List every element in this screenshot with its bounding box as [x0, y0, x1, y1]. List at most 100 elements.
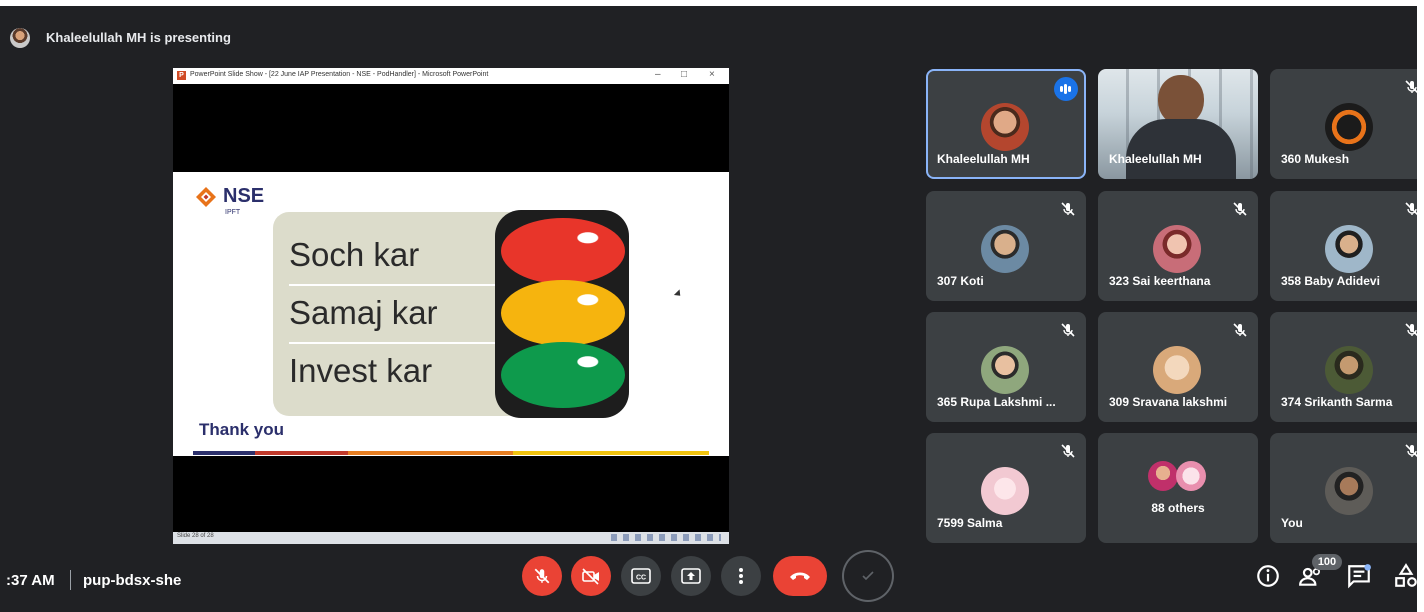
participant-tile[interactable]: Khaleelullah MH — [926, 69, 1086, 179]
participant-tile[interactable]: 7599 Salma — [926, 433, 1086, 543]
participant-name: 365 Rupa Lakshmi ... — [937, 395, 1056, 409]
powerpoint-statusbar: Slide 28 of 28 — [173, 532, 729, 544]
presenting-label: Khaleelullah MH is presenting — [46, 30, 231, 45]
divider — [70, 570, 71, 590]
avatar — [1153, 225, 1201, 273]
participant-video-tile[interactable]: Khaleelullah MH — [1098, 69, 1258, 179]
powerpoint-icon: P — [177, 71, 186, 80]
nse-logo-subtext: IPFT — [225, 209, 241, 216]
presenter-bar: Khaleelullah MH is presenting — [0, 6, 1417, 54]
more-options-button[interactable] — [721, 556, 761, 596]
participant-name: 360 Mukesh — [1281, 152, 1350, 166]
svg-text:CC: CC — [636, 575, 646, 582]
leave-call-button[interactable] — [773, 556, 827, 596]
self-tile[interactable]: You — [1270, 433, 1417, 543]
mic-off-icon — [1405, 444, 1417, 458]
powerpoint-window-title: PowerPoint Slide Show - [22 June IAP Pre… — [190, 71, 489, 78]
speaking-indicator-icon — [1054, 77, 1078, 101]
camera-off-icon — [582, 568, 599, 585]
maximize-icon: □ — [681, 69, 688, 80]
avatar — [1325, 346, 1373, 394]
captions-icon: CC — [631, 568, 651, 584]
camera-toggle-button[interactable] — [571, 556, 611, 596]
participant-name: 374 Srikanth Sarma — [1281, 395, 1393, 409]
powerpoint-titlebar: P PowerPoint Slide Show - [22 June IAP P… — [173, 68, 729, 84]
participant-name: 358 Baby Adidevi — [1281, 274, 1380, 288]
mic-off-icon — [534, 568, 550, 584]
avatar — [1325, 225, 1373, 273]
participant-tile[interactable]: 365 Rupa Lakshmi ... — [926, 312, 1086, 422]
slide-counter: Slide 28 of 28 — [177, 533, 214, 539]
nse-logo-icon — [196, 187, 216, 207]
others-count: 88 others — [1151, 501, 1205, 515]
participant-name: You — [1281, 516, 1303, 530]
minimize-icon: – — [655, 69, 661, 80]
slogan-line-2: Samaj kar — [289, 294, 438, 331]
mic-off-icon — [1061, 202, 1075, 216]
avatar — [1176, 461, 1206, 491]
slide-footer-text: Thank you — [199, 420, 285, 439]
participant-tile[interactable]: 323 Sai keerthana — [1098, 191, 1258, 301]
slogan-panel: Soch kar Samaj kar Invest kar — [273, 212, 533, 416]
slogan-divider — [289, 342, 495, 344]
meeting-time: :37 AM — [6, 572, 55, 589]
meeting-details-button[interactable] — [1255, 563, 1281, 589]
red-light — [501, 218, 625, 284]
traffic-light-graphic — [495, 210, 629, 418]
presenter-body — [1126, 119, 1236, 179]
participant-tile[interactable]: 358 Baby Adidevi — [1270, 191, 1417, 301]
avatar — [1153, 346, 1201, 394]
avatar — [981, 346, 1029, 394]
participant-name: 309 Sravana lakshmi — [1109, 395, 1228, 409]
nse-logo-text: NSE — [223, 185, 265, 207]
participant-name: 323 Sai keerthana — [1109, 274, 1211, 288]
people-count-badge: 100 — [1312, 554, 1342, 570]
participant-name: 307 Koti — [937, 274, 984, 288]
present-screen-icon — [681, 568, 701, 584]
shared-screen: P PowerPoint Slide Show - [22 June IAP P… — [173, 68, 729, 544]
mic-off-icon — [1233, 202, 1247, 216]
mic-off-icon — [1405, 202, 1417, 216]
mic-off-icon — [1061, 323, 1075, 337]
hang-up-icon — [790, 572, 810, 580]
participant-name: 7599 Salma — [937, 516, 1003, 530]
mic-toggle-button[interactable] — [522, 556, 562, 596]
presenter-avatar — [10, 28, 30, 48]
slogan-line-1: Soch kar — [289, 236, 420, 273]
avatar — [1325, 467, 1373, 515]
meet-window: Khaleelullah MH is presenting P PowerPoi… — [0, 6, 1417, 612]
captions-button[interactable]: CC — [621, 556, 661, 596]
mic-off-icon — [1233, 323, 1247, 337]
present-now-button[interactable] — [671, 556, 711, 596]
slogan-line-3: Invest kar — [289, 352, 433, 389]
participant-name: Khaleelullah MH — [1109, 152, 1202, 166]
more-vert-icon — [739, 568, 743, 584]
others-tile[interactable]: 88 others — [1098, 433, 1258, 543]
avatar — [1325, 103, 1373, 151]
participant-tile[interactable]: 307 Koti — [926, 191, 1086, 301]
participant-tile[interactable]: 374 Srikanth Sarma — [1270, 312, 1417, 422]
avatar — [981, 225, 1029, 273]
amber-light — [501, 280, 625, 346]
mic-off-icon — [1061, 444, 1075, 458]
mic-off-icon — [1405, 80, 1417, 94]
view-buttons-icon — [611, 534, 721, 541]
participant-name: Khaleelullah MH — [937, 152, 1030, 166]
avatar — [1148, 461, 1178, 491]
chat-button[interactable] — [1346, 563, 1372, 589]
slide-color-stripe — [193, 451, 709, 455]
avatar — [981, 103, 1029, 151]
presenter-face — [1158, 75, 1204, 125]
slogan-divider — [289, 284, 495, 286]
avatar — [981, 467, 1029, 515]
presentation-slide: NSE IPFT Soch kar Samaj kar Invest kar T… — [173, 172, 729, 456]
participant-tile[interactable]: 309 Sravana lakshmi — [1098, 312, 1258, 422]
green-light — [501, 342, 625, 408]
checkmark-icon — [862, 571, 874, 581]
mic-off-icon — [1405, 323, 1417, 337]
meeting-code: pup-bdsx-she — [83, 572, 182, 589]
close-icon: × — [709, 69, 715, 80]
reaction-button[interactable] — [842, 550, 894, 602]
activities-button[interactable] — [1393, 563, 1417, 589]
participant-tile[interactable]: 360 Mukesh — [1270, 69, 1417, 179]
